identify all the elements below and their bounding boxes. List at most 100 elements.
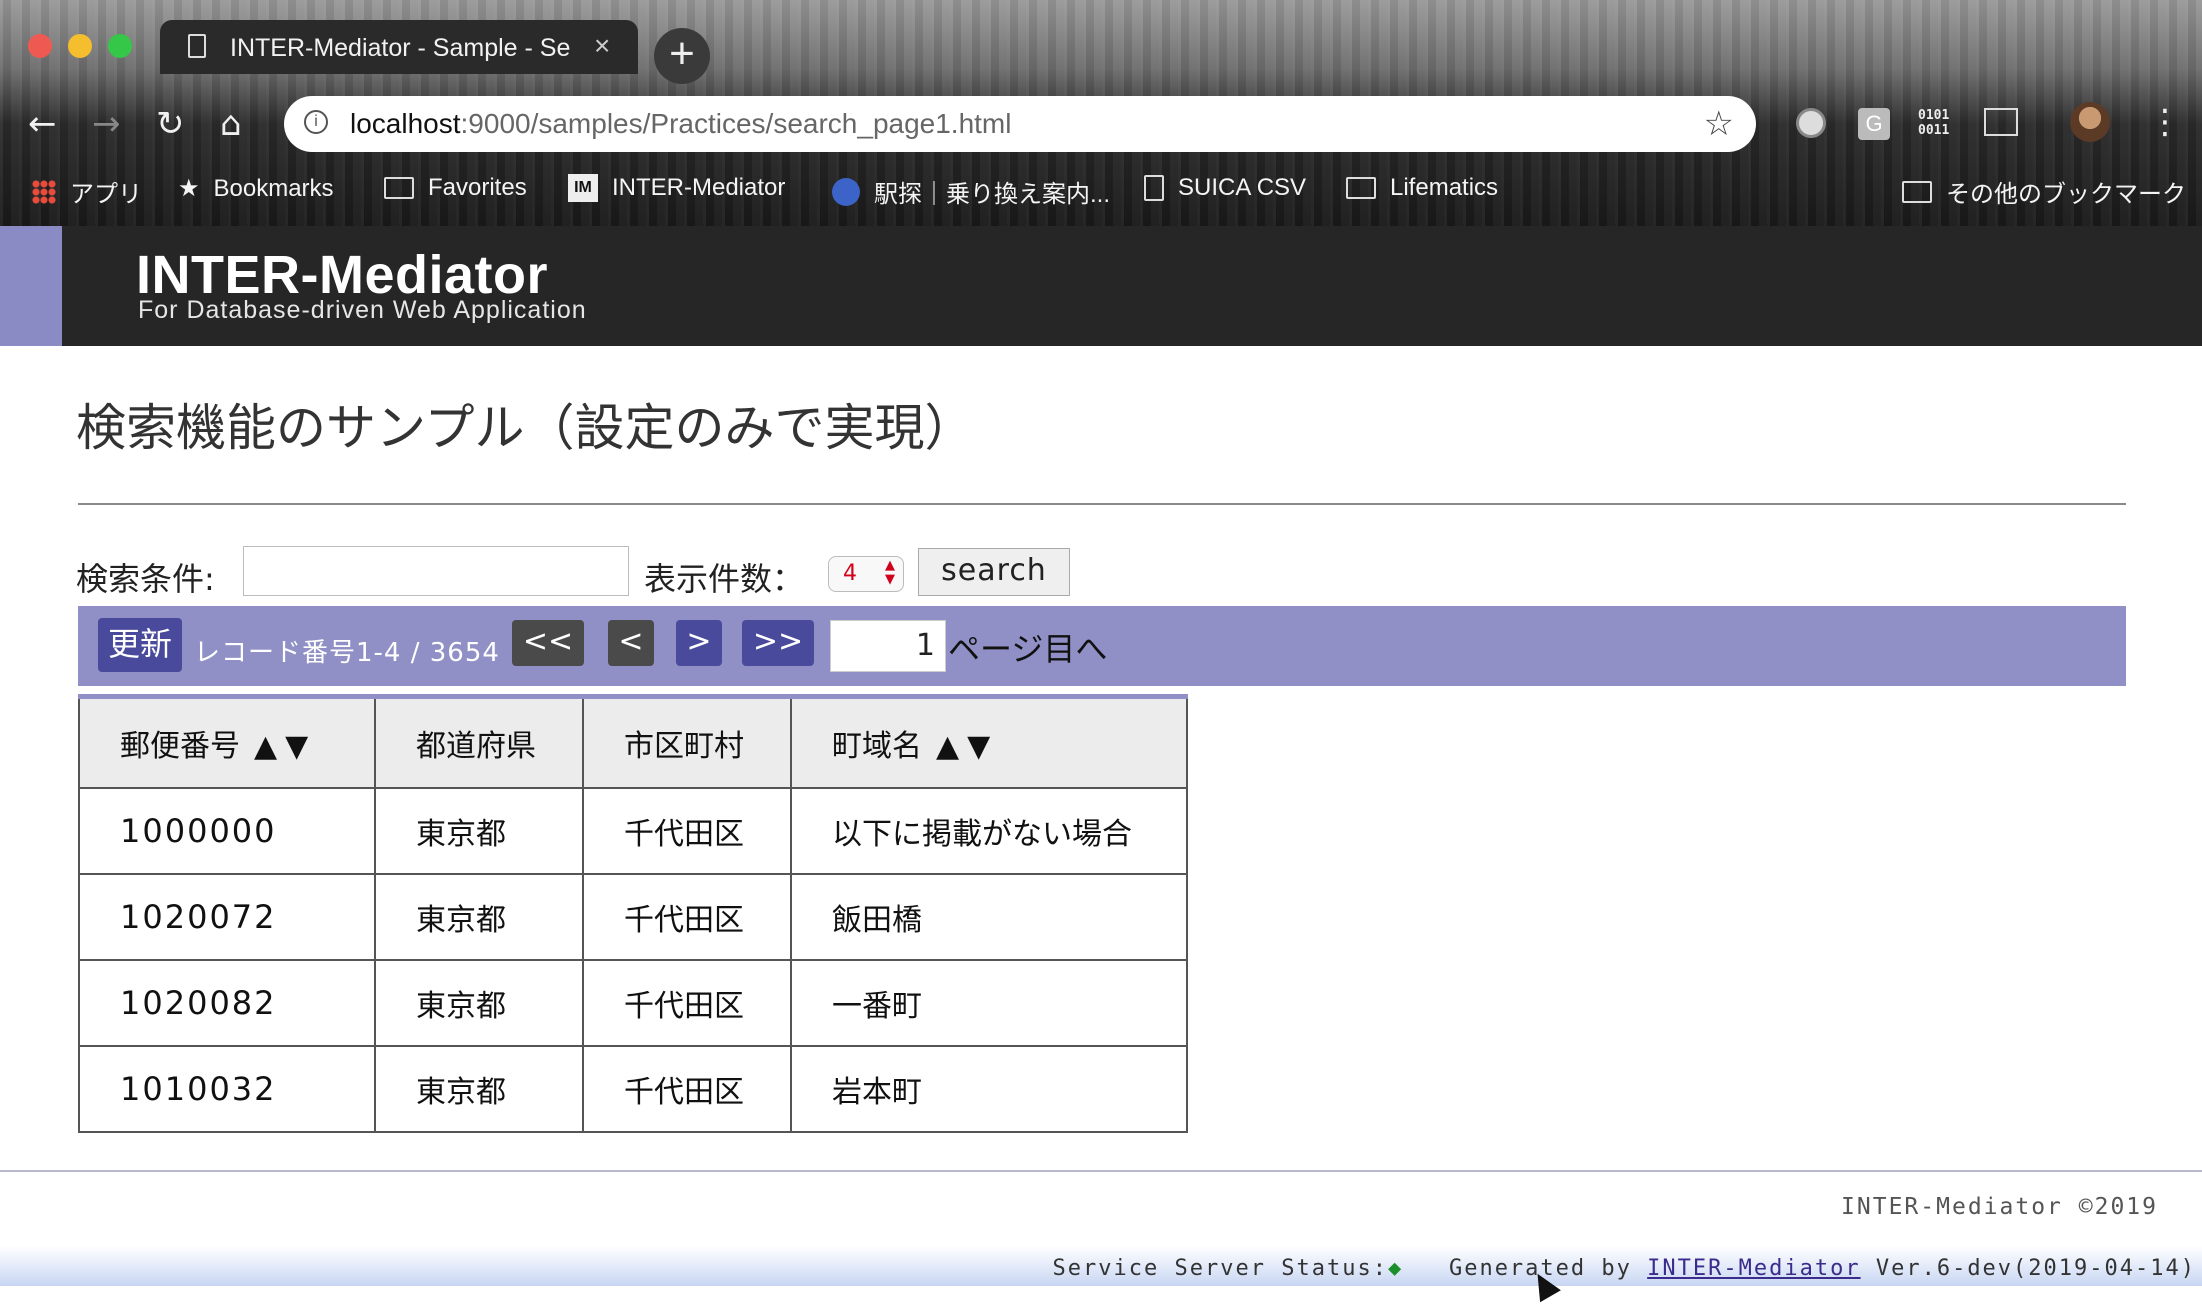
bookmark-other[interactable]: その他のブックマーク [1902,174,2186,209]
address-bar[interactable]: i localhost:9000/samples/Practices/searc… [284,96,1756,152]
footer-divider [0,1170,2202,1172]
column-header-label: 都道府県 [416,729,536,764]
minimize-window-button[interactable] [68,34,92,58]
version-text: Ver.6-dev(2019-04-14) [1875,1256,2196,1281]
bookmark-lifematics[interactable]: Lifematics [1346,174,1498,202]
first-page-button[interactable]: << [512,620,584,666]
cell-prefecture: 東京都 [374,1045,584,1133]
cell-zip: 1010032 [78,1045,376,1133]
count-select[interactable]: 4 ▲ ▼ [828,556,904,592]
bookmark-inter-mediator[interactable]: IM INTER-Mediator [568,174,785,202]
browser-tab-active[interactable]: INTER-Mediator - Sample - Se × [160,20,638,74]
search-input[interactable] [243,546,629,596]
column-header-town: 町域名 ▲▼ [790,694,1188,789]
folder-icon [384,177,414,199]
divider [78,503,2126,505]
file-icon [1144,175,1164,201]
bookmark-label: その他のブックマーク [1946,181,2186,208]
cell-city: 千代田区 [582,873,792,961]
navigation-bar: 更新 レコード番号1-4 / 3654 << < > >> 1 ページ目へ [78,606,2126,686]
status-bar: Service Server Status:◆ Generated by INT… [0,1246,2202,1286]
cell-town: 岩本町 [790,1045,1188,1133]
profile-avatar[interactable] [2070,102,2110,142]
condition-label: 検索条件: [76,560,215,598]
url-host: localhost [350,108,461,139]
folder-icon [1902,180,1932,203]
record-info: レコード番号1-4 / 3654 [194,638,500,668]
browser-chrome: INTER-Mediator - Sample - Se × + ← → ↻ ⌂… [0,0,2202,226]
cell-town: 以下に掲載がない場合 [790,787,1188,875]
results-table: 郵便番号 ▲▼ 都道府県 市区町村 町域名 ▲▼ 1000000 東京都 千代田区 … [78,694,1188,1133]
table-row: 1020082 東京都 千代田区 一番町 [78,959,1188,1047]
page-number-input[interactable]: 1 [830,620,946,672]
home-icon[interactable]: ⌂ [220,104,242,144]
column-header-label: 町域名 [832,729,922,764]
cell-city: 千代田区 [582,1045,792,1133]
page-title: 検索機能のサンプル（設定のみで実現） [76,399,975,457]
column-header-label: 市区町村 [624,729,744,764]
sort-arrows-icon[interactable]: ▲▼ [936,729,998,764]
forward-icon[interactable]: → [92,104,121,144]
bookmark-label: Favorites [428,174,527,201]
info-icon[interactable]: i [304,110,328,134]
extension-circle-icon[interactable] [1796,108,1826,138]
extension-grid-icon[interactable] [1984,108,2018,136]
close-window-button[interactable] [28,34,52,58]
extension-g-icon[interactable]: G [1858,108,1890,140]
status-indicator-icon: ◆ [1387,1256,1404,1281]
apps-grid-icon [32,179,56,204]
bookmark-apps[interactable]: アプリ [32,174,142,209]
bookmark-star-icon[interactable]: ☆ [1704,104,1734,144]
table-header-row: 郵便番号 ▲▼ 都道府県 市区町村 町域名 ▲▼ [78,694,1188,789]
cell-prefecture: 東京都 [374,787,584,875]
search-button[interactable]: search [918,548,1070,596]
page-icon [188,34,206,58]
new-tab-button[interactable]: + [654,28,710,84]
site-header: INTER-Mediator For Database-driven Web A… [0,226,2202,346]
table-row: 1010032 東京都 千代田区 岩本町 [78,1045,1188,1133]
column-header-label: 郵便番号 [120,729,240,764]
column-header-city: 市区町村 [582,694,792,789]
reload-icon[interactable]: ↻ [156,104,185,144]
cell-zip: 1020072 [78,873,376,961]
cell-prefecture: 東京都 [374,873,584,961]
status-label: Service Server Status: [1052,1256,1388,1281]
extension-binary-icon[interactable]: 0101 0011 [1918,108,1949,142]
bookmark-bookmarks[interactable]: ★ Bookmarks [178,174,334,203]
maximize-window-button[interactable] [108,34,132,58]
bookmark-label: INTER-Mediator [612,174,786,201]
im-logo-icon: IM [568,174,598,202]
cell-zip: 1000000 [78,787,376,875]
column-header-prefecture: 都道府県 [374,694,584,789]
bookmark-label: Lifematics [1390,174,1499,201]
bookmark-label: Bookmarks [213,174,334,202]
cell-city: 千代田区 [582,787,792,875]
cell-city: 千代田区 [582,959,792,1047]
cell-town: 飯田橋 [790,873,1188,961]
bookmark-ekitan[interactable]: 駅探｜乗り換え案内... [832,174,1110,209]
ekitan-icon [832,177,860,206]
url-path: :9000/samples/Practices/search_page1.htm… [460,108,1012,139]
next-page-button[interactable]: > [676,620,722,666]
inter-mediator-link[interactable]: INTER-Mediator [1647,1256,1860,1281]
bookmark-label: 駅探｜乗り換え案内... [874,181,1111,208]
select-arrows-icon: ▲ ▼ [885,558,895,587]
back-icon[interactable]: ← [28,104,57,144]
folder-icon [1346,177,1376,199]
prev-page-button[interactable]: < [608,620,654,666]
cell-town: 一番町 [790,959,1188,1047]
menu-icon[interactable]: ⋮ [2148,102,2182,142]
refresh-button[interactable]: 更新 [98,618,182,672]
bookmark-label: SUICA CSV [1178,174,1307,201]
url-text[interactable]: localhost:9000/samples/Practices/search_… [350,108,1011,140]
page-suffix: ページ目へ [948,630,1108,668]
last-page-button[interactable]: >> [742,620,814,666]
sort-arrows-icon[interactable]: ▲▼ [254,729,316,764]
bookmark-suica-csv[interactable]: SUICA CSV [1144,174,1306,202]
status-text: Service Server Status:◆ Generated by INT… [1053,1256,2196,1281]
bookmark-favorites[interactable]: Favorites [384,174,527,202]
star-icon: ★ [178,175,200,202]
tab-close-icon[interactable]: × [594,30,610,62]
copyright: INTER-Mediator ©2019 [1841,1194,2158,1220]
cell-zip: 1020082 [78,959,376,1047]
